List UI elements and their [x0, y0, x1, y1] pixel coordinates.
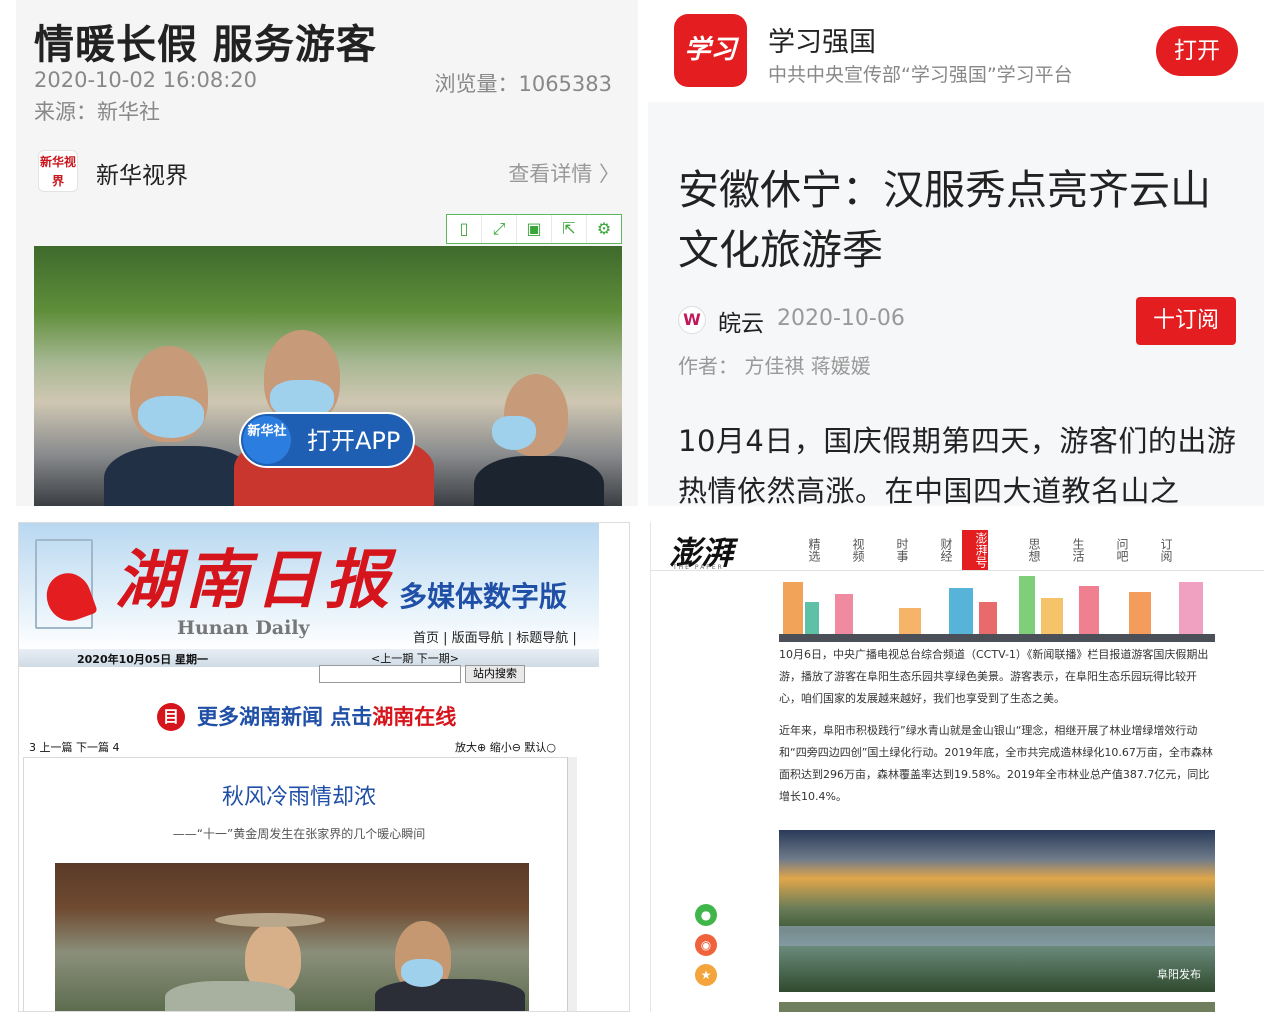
article-paragraph-2: 近年来，阜阳市积极践行”绿水青山就是金山银山“理念，相继开展了林业增绿增效行动和…	[779, 724, 1213, 803]
article-photo	[55, 863, 529, 1011]
source-channel-name[interactable]: 新华视界	[96, 156, 188, 190]
save-icon[interactable]: ▣	[517, 215, 552, 243]
channel-tabs: 精选 视频 时事 财经 澎湃号 思想 生活 问吧 订阅	[777, 530, 1173, 570]
tab-sixiang[interactable]: 思想	[997, 530, 1041, 570]
newspaper-title: 湖南日报	[115, 543, 395, 618]
hunan-daily-panel: 湖南日报 Hunan Daily 多媒体数字版 首页 | 版面导航 | 标题导航…	[18, 522, 630, 1012]
publish-date: 2020-10-06	[777, 306, 905, 331]
promo-text: 更多湖南新闻 点击	[197, 704, 373, 729]
photo-figure	[165, 981, 295, 1011]
landscape-photo: 阜阳发布	[779, 830, 1215, 992]
article-subtitle: ——“十一”黄金周发生在张家界的几个暖心瞬间	[172, 827, 426, 841]
weibo-icon[interactable]: ◉	[695, 934, 717, 956]
masthead: 湖南日报 Hunan Daily 多媒体数字版 首页 | 版面导航 | 标题导航…	[19, 523, 599, 649]
tab-dingyue[interactable]: 订阅	[1129, 530, 1173, 570]
issue-nav[interactable]: <上一期 下一期>	[371, 650, 459, 666]
share-icon[interactable]: ⇱	[552, 215, 587, 243]
promo-icon: 目	[157, 703, 185, 731]
xuexi-logo: 学习	[674, 14, 747, 87]
site-search-button[interactable]: 站内搜索	[465, 665, 525, 683]
article-source: 来源：新华社	[34, 100, 160, 124]
app-name: 学习强国	[768, 27, 876, 58]
xuexi-article-panel: 学习 学习强国 中共中央宣传部“学习强国”学习平台 打开 安徽休宁：汉服秀点亮齐…	[648, 0, 1264, 506]
photo-toolbar: ▯ ⤢ ▣ ⇱ ⚙	[446, 214, 622, 244]
tab-jingxuan[interactable]: 精选	[777, 530, 821, 570]
open-app-label: 打开APP	[307, 427, 401, 455]
app-download-bar: 学习 学习强国 中共中央宣传部“学习强国”学习平台 打开	[648, 0, 1264, 102]
article-paragraph-1: 10月6日，中央广播电视总台综合频道（CCTV-1）《新闻联播》栏目报道游客国庆…	[779, 648, 1209, 705]
illustration-building	[1019, 576, 1035, 642]
view-count: 浏览量：1065383	[434, 68, 612, 98]
bookmark-icon[interactable]: ▯	[447, 215, 482, 243]
fullscreen-icon[interactable]: ⤢	[482, 215, 517, 243]
article-headline: 情暖长假 服务游客	[34, 22, 377, 68]
tab-shipin[interactable]: 视频	[821, 530, 865, 570]
tab-pengpaihao[interactable]: 澎湃号	[962, 530, 988, 570]
zoom-controls[interactable]: 放大⊕ 缩小⊖ 默认○	[455, 739, 556, 755]
illustration-road	[779, 634, 1215, 642]
illustration-building	[783, 582, 803, 642]
wanyun-icon: W	[678, 306, 706, 334]
article-title: 安徽休宁：汉服秀点亮齐云山文化旅游季	[678, 166, 1211, 274]
illustration-building	[1179, 582, 1203, 642]
subscribe-button[interactable]: 十订阅	[1136, 297, 1236, 345]
digital-edition-label: 多媒体数字版	[399, 580, 568, 613]
issue-date: 2020年10月05日 星期一	[77, 653, 209, 666]
the-paper-panel: 澎湃 THE PAPER 精选 视频 时事 财经 澎湃号 思想 生活 问吧 订阅…	[650, 522, 1264, 1012]
xinhua-article-panel: 情暖长假 服务游客 2020-10-02 16:08:20 浏览量：106538…	[16, 0, 638, 506]
tab-shishi[interactable]: 时事	[865, 530, 909, 570]
photo-figure	[215, 913, 325, 927]
city-illustration	[779, 572, 1215, 642]
xinhua-badge-icon: 新华社	[243, 416, 291, 464]
search-input[interactable]	[319, 665, 461, 683]
favorite-icon[interactable]: ★	[695, 964, 717, 986]
settings-icon[interactable]: ⚙	[587, 215, 621, 243]
views-value: 1065383	[518, 72, 612, 96]
photo-figure	[401, 959, 443, 987]
next-photo-strip	[779, 1002, 1215, 1012]
wechat-icon[interactable]: ●	[695, 904, 717, 926]
tab-wenba[interactable]: 问吧	[1085, 530, 1129, 570]
article-title: 秋风冷雨情却浓	[221, 785, 376, 810]
view-details-link[interactable]: 查看详情 〉	[508, 158, 620, 188]
open-button[interactable]: 打开	[1156, 26, 1238, 76]
article-body: 10月4日，国庆假期第四天，游客们的出游热情依然高涨。在中国四大道教名山之	[678, 424, 1237, 506]
source-name[interactable]: 皖云	[718, 304, 764, 338]
article-datetime: 2020-10-02 16:08:20	[34, 68, 258, 92]
promo-link[interactable]: 湖南在线	[372, 704, 456, 729]
photo-watermark: 阜阳发布	[1157, 968, 1201, 981]
views-label: 浏览量：	[434, 72, 519, 96]
crowd-figure	[138, 396, 204, 438]
newspaper-title-en: Hunan Daily	[177, 617, 310, 639]
more-news-banner[interactable]: 更多湖南新闻 点击湖南在线	[197, 701, 456, 731]
tab-caijing[interactable]: 财经	[909, 530, 953, 570]
open-app-button[interactable]: 新华社 打开APP	[239, 412, 415, 468]
app-description: 中共中央宣传部“学习强国”学习平台	[768, 64, 1073, 86]
photo-figure	[375, 979, 525, 1011]
article-pager[interactable]: 3 上一篇 下一篇 4	[29, 739, 120, 755]
crowd-figure	[474, 456, 604, 506]
top-nav-links[interactable]: 首页 | 版面导航 | 标题导航 |	[413, 627, 577, 646]
header-divider	[651, 570, 1264, 571]
article-author: 作者： 方佳祺 蒋媛媛	[678, 354, 871, 378]
crowd-figure	[104, 446, 254, 506]
news-photo: 新华社 打开APP	[34, 246, 622, 506]
photo-river	[779, 926, 1215, 946]
tab-shenghuo[interactable]: 生活	[1041, 530, 1085, 570]
crowd-figure	[492, 416, 536, 450]
xinhua-vision-logo: 新华视界	[38, 150, 78, 192]
